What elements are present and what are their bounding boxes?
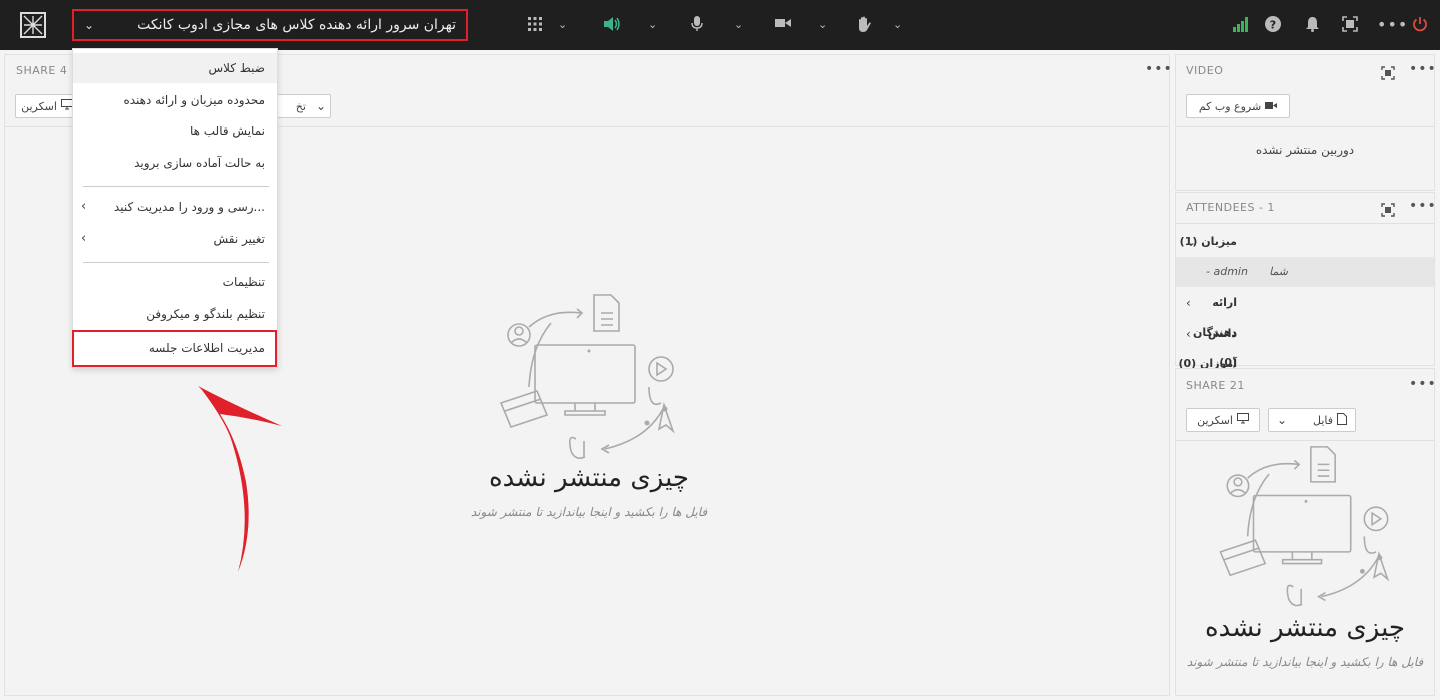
attendee-group-hosts[interactable]: میزبان (1) ⌄ — [1176, 227, 1434, 257]
menu-item-label: نمایش قالب ها — [189, 124, 265, 138]
main-share-pod-title: SHARE 4 — [16, 64, 68, 77]
chevron-down-icon[interactable]: ⌄ — [893, 16, 902, 34]
svg-text:?: ? — [1270, 19, 1276, 32]
empty-share-title: چیزی منتشر نشده — [488, 463, 689, 493]
share-screen-label: اسکرین — [21, 99, 57, 113]
highlight-box — [72, 330, 277, 367]
power-exit-icon[interactable] — [1412, 16, 1428, 37]
menu-item-change-role[interactable]: تغییر نقش › — [73, 224, 277, 254]
signal-strength-icon — [1233, 16, 1249, 37]
empty-share-subtitle: فایل ها را بکشید و اینجا بیاندازید تا من… — [470, 505, 708, 519]
attendee-group-students[interactable]: دانش آموزان (0) › — [1176, 319, 1434, 370]
pod-more-options-icon[interactable]: ••• — [1145, 61, 1173, 77]
empty-share-illustration — [489, 291, 689, 471]
pod-toolbar-divider — [1176, 223, 1434, 224]
menu-item-record-class[interactable]: ضبط کلاس — [73, 53, 277, 83]
menu-item-label: به حالت آماده سازی بروید — [134, 156, 265, 170]
attendee-row-admin[interactable]: شما admin - — [1176, 257, 1434, 287]
attendees-pod-title: ATTENDEES - 1 — [1186, 201, 1275, 214]
chevron-down-icon[interactable]: ⌄ — [734, 16, 743, 34]
meeting-menu: ضبط کلاس محدوده میزبان و ارائه دهنده نما… — [72, 48, 278, 368]
chevron-down-icon: ⌄ — [1277, 413, 1288, 427]
pod-more-options-icon[interactable]: ••• — [1409, 61, 1437, 77]
share-options-button[interactable]: ⌄ تخ — [277, 94, 331, 118]
chevron-right-icon: › — [81, 199, 87, 214]
help-icon[interactable]: ? — [1265, 16, 1281, 37]
menu-item-label: ...رسی و ورود را مدیریت کنید — [113, 200, 265, 214]
camera-not-published-text: دوربین منتشر نشده — [1255, 143, 1355, 157]
apps-grid-icon[interactable] — [527, 16, 543, 37]
attendee-you-label: شما — [1269, 265, 1288, 278]
video-pod-title: VIDEO — [1186, 64, 1224, 77]
share-file-button[interactable]: فایل ⌄ — [1268, 408, 1356, 432]
chevron-down-icon[interactable]: ⌄ — [818, 16, 827, 34]
microphone-icon[interactable] — [691, 16, 703, 37]
pod-toolbar-divider — [1176, 126, 1434, 127]
menu-item-settings[interactable]: تنظیمات — [73, 267, 277, 297]
menu-item-label: تغییر نقش — [213, 232, 265, 246]
chevron-right-icon: › — [81, 231, 87, 246]
menu-item-prepare-mode[interactable]: به حالت آماده سازی بروید — [73, 148, 277, 178]
video-pod: VIDEO ••• شروع وب کم دوربین منتشر نشده — [1175, 54, 1437, 191]
raise-hand-icon[interactable] — [856, 16, 872, 38]
share-file-label: فایل — [1312, 413, 1333, 427]
share-screen-button[interactable]: اسکرین — [15, 94, 79, 118]
fullscreen-icon[interactable] — [1342, 16, 1358, 37]
pod-more-options-icon[interactable]: ••• — [1409, 198, 1437, 214]
share-screen-label: اسکرین — [1197, 413, 1233, 427]
file-icon — [1337, 412, 1347, 428]
annotation-arrow — [192, 382, 292, 578]
chevron-down-icon: ⌄ — [84, 18, 95, 32]
pod-more-options-icon[interactable]: ••• — [1409, 376, 1437, 392]
top-bar: تهران سرور ارائه دهنده کلاس های مجازی اد… — [0, 0, 1440, 50]
start-webcam-label: شروع وب کم — [1198, 99, 1262, 113]
chevron-right-icon: › — [1186, 296, 1191, 310]
monitor-icon — [1236, 413, 1249, 427]
menu-item-manage-access[interactable]: ...رسی و ورود را مدیریت کنید › — [73, 192, 277, 222]
empty-share-subtitle: فایل ها را بکشید و اینجا بیاندازید تا من… — [1186, 655, 1424, 669]
empty-share-title: چیزی منتشر نشده — [1204, 613, 1405, 643]
share-screen-button[interactable]: اسکرین — [1186, 408, 1260, 432]
notifications-bell-icon[interactable] — [1305, 16, 1320, 37]
more-options-icon[interactable]: ••• — [1377, 16, 1408, 34]
attendee-name: admin - — [1206, 265, 1248, 278]
menu-item-label: محدوده میزبان و ارائه دهنده — [123, 93, 265, 107]
app-logo-icon — [20, 12, 46, 38]
speaker-icon[interactable] — [603, 16, 621, 37]
maximize-pod-icon[interactable] — [1381, 202, 1395, 221]
chevron-right-icon: › — [1186, 327, 1191, 341]
menu-item-label: تنظیم بلندگو و میکروفن — [146, 307, 265, 321]
chevron-down-icon: ⌄ — [315, 99, 326, 113]
empty-share-illustration — [1206, 443, 1406, 618]
side-share-pod: SHARE 21 ••• اسکرین فایل ⌄ چیزی منتشر نش… — [1175, 368, 1437, 696]
chevron-down-icon: ⌄ — [1186, 235, 1197, 249]
maximize-pod-icon[interactable] — [1381, 65, 1395, 84]
pod-toolbar-divider — [1176, 440, 1434, 441]
chevron-down-icon[interactable]: ⌄ — [648, 16, 657, 34]
chevron-down-icon[interactable]: ⌄ — [558, 16, 567, 34]
start-webcam-button[interactable]: شروع وب کم — [1186, 94, 1290, 118]
menu-separator — [83, 186, 269, 187]
menu-separator — [83, 262, 269, 263]
menu-item-show-layouts[interactable]: نمایش قالب ها — [73, 116, 277, 146]
attendee-group-presenters[interactable]: ارائه دهندگان (0) › — [1176, 288, 1434, 369]
side-share-pod-title: SHARE 21 — [1186, 379, 1245, 392]
menu-item-speaker-mic-setup[interactable]: تنظیم بلندگو و میکروفن — [73, 299, 277, 329]
menu-item-host-presenter-area[interactable]: محدوده میزبان و ارائه دهنده — [73, 85, 277, 115]
share-options-label: تخ — [295, 99, 306, 113]
meeting-title-dropdown[interactable]: تهران سرور ارائه دهنده کلاس های مجازی اد… — [72, 9, 468, 41]
menu-item-label: تنظیمات — [222, 275, 265, 289]
camera-icon[interactable] — [775, 16, 791, 34]
menu-item-label: ضبط کلاس — [208, 61, 265, 75]
meeting-title: تهران سرور ارائه دهنده کلاس های مجازی اد… — [137, 17, 456, 33]
camera-icon — [1265, 100, 1278, 113]
